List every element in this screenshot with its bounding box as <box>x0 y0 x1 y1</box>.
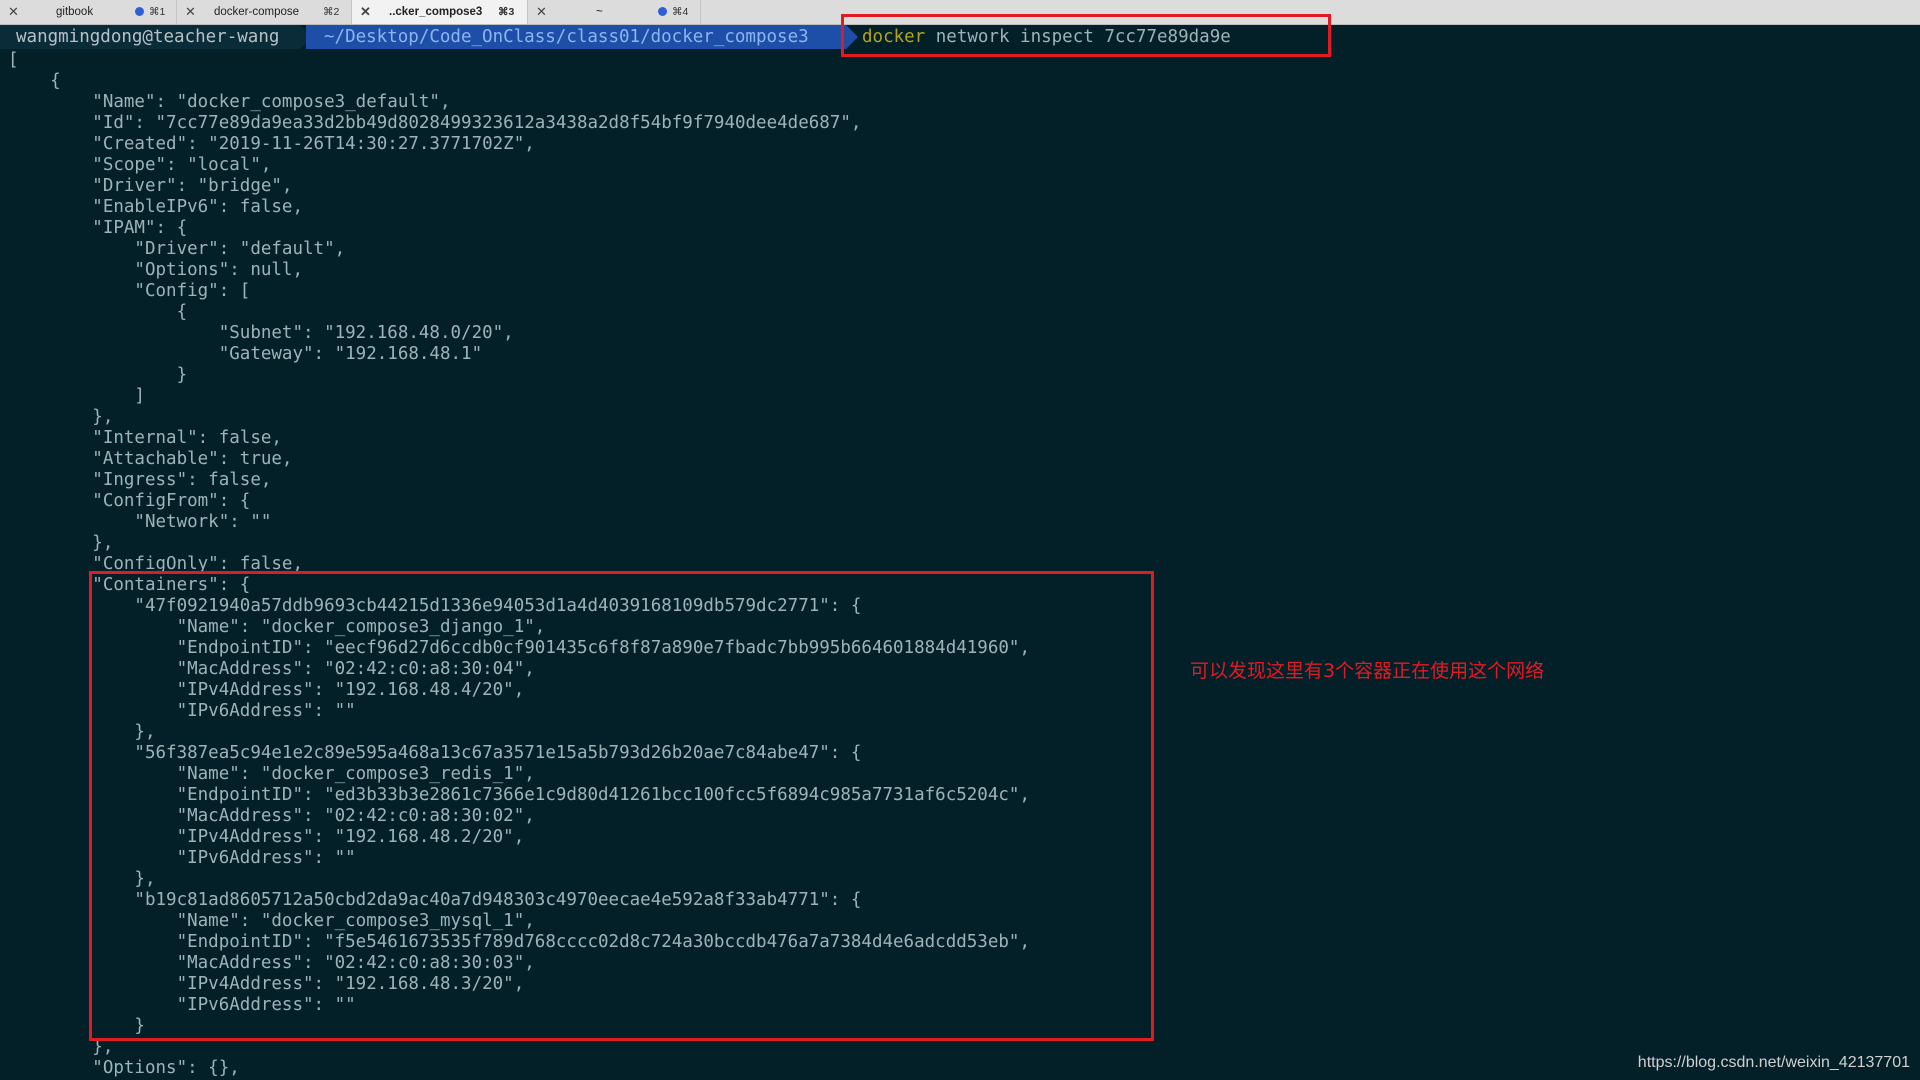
watermark: https://blog.csdn.net/weixin_42137701 <box>1637 1054 1910 1071</box>
tab-gitbook[interactable]: ✕ gitbook ⌘1 <box>0 0 176 24</box>
output-line: ] <box>8 386 145 406</box>
close-icon[interactable]: ✕ <box>360 4 371 20</box>
output-line: "Attachable": true, <box>8 449 293 469</box>
tab-shortcut: ⌘1 <box>149 6 166 18</box>
output-line: }, <box>8 407 114 427</box>
tab-docker-compose[interactable]: ✕ docker-compose ⌘2 <box>177 0 351 24</box>
tab-title: gitbook <box>56 6 94 18</box>
output-line: "Network": "" <box>8 512 272 532</box>
containers-highlight-box <box>89 571 1154 1041</box>
close-icon[interactable]: ✕ <box>536 4 547 20</box>
output-line: } <box>8 365 188 385</box>
output-line: "IPAM": { <box>8 218 188 238</box>
output-line: "Scope": "local", <box>8 155 272 175</box>
tab-home[interactable]: ✕ ~ ⌘4 <box>528 0 700 24</box>
output-line: "Options": null, <box>8 260 304 280</box>
activity-dot-icon <box>135 7 144 16</box>
output-line: "Gateway": "192.168.48.1" <box>8 344 483 364</box>
output-line: "Id": "7cc77e89da9ea33d2bb49d80284993236… <box>8 113 862 133</box>
output-line: { <box>8 71 61 91</box>
close-icon[interactable]: ✕ <box>185 4 196 20</box>
output-line: "ConfigFrom": { <box>8 491 251 511</box>
tab-title: ..cker_compose3 <box>389 6 483 18</box>
output-line: "Config": [ <box>8 281 251 301</box>
output-line: "EnableIPv6": false, <box>8 197 304 217</box>
prompt-user-host: wangmingdong@teacher-wang <box>0 25 300 49</box>
output-line: "Internal": false, <box>8 428 282 448</box>
output-line: "Name": "docker_compose3_default", <box>8 92 451 112</box>
tab-shortcut: ⌘4 <box>672 6 689 18</box>
tab-title: ~ <box>596 6 603 18</box>
close-icon[interactable]: ✕ <box>8 4 19 20</box>
output-line: "Options": {}, <box>8 1058 240 1078</box>
activity-dot-icon <box>658 7 667 16</box>
output-line: "Driver": "bridge", <box>8 176 293 196</box>
tab-divider <box>700 0 701 24</box>
prompt-path: ~/Desktop/Code_OnClass/class01/docker_co… <box>306 25 846 49</box>
tab-shortcut: ⌘2 <box>323 6 340 18</box>
annotation-note: 可以发现这里有3个容器正在使用这个网络 <box>1190 660 1545 682</box>
output-line: "Ingress": false, <box>8 470 272 490</box>
output-line: }, <box>8 533 114 553</box>
tab-title: docker-compose <box>214 6 300 18</box>
output-line: "Subnet": "192.168.48.0/20", <box>8 323 514 343</box>
tab-docker-compose3[interactable]: ✕ ..cker_compose3 ⌘3 <box>352 0 527 24</box>
output-line: "Driver": "default", <box>8 239 346 259</box>
command-highlight-box <box>841 14 1331 57</box>
tab-shortcut: ⌘3 <box>498 6 515 18</box>
output-line: "Created": "2019-11-26T14:30:27.3771702Z… <box>8 134 535 154</box>
output-line: { <box>8 302 188 322</box>
